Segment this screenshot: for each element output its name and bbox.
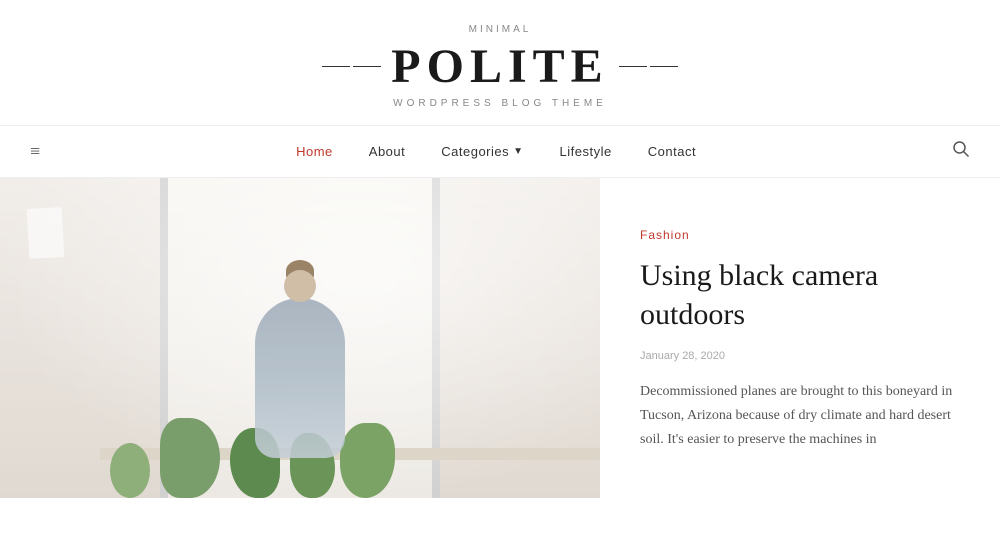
hamburger-menu-icon[interactable]: ≡: [30, 141, 40, 162]
chevron-down-icon: ▼: [513, 146, 523, 157]
nav-item-home[interactable]: Home: [296, 143, 333, 161]
main-content: Fashion Using black camera outdoors Janu…: [0, 178, 1000, 498]
nav-links: Home About Categories ▼ Lifestyle Contac…: [296, 143, 696, 161]
site-header: MINIMAL POLITE WORDPRESS BLOG THEME: [0, 0, 1000, 126]
article-title[interactable]: Using black camera outdoors: [640, 256, 960, 334]
figure-head: [284, 270, 316, 302]
nav-item-categories[interactable]: Categories ▼: [441, 144, 523, 159]
wall-note-decoration: [27, 207, 65, 259]
featured-image: [0, 178, 600, 498]
plant-5: [110, 443, 150, 498]
article-excerpt: Decommissioned planes are brought to thi…: [640, 380, 960, 451]
featured-image-wrap[interactable]: [0, 178, 600, 498]
site-tagline: MINIMAL: [0, 24, 1000, 35]
nav-item-contact[interactable]: Contact: [648, 143, 696, 161]
nav-link-lifestyle[interactable]: Lifestyle: [560, 144, 612, 159]
article-info-panel: Fashion Using black camera outdoors Janu…: [600, 178, 1000, 498]
nav-link-categories[interactable]: Categories ▼: [441, 144, 523, 159]
figure-silhouette: [255, 298, 345, 458]
logo-decoration-left: [322, 66, 381, 68]
nav-link-about[interactable]: About: [369, 144, 405, 159]
article-date: January 28, 2020: [640, 350, 960, 362]
article-category[interactable]: Fashion: [640, 228, 960, 242]
logo-decoration-right: [619, 66, 678, 68]
nav-link-contact[interactable]: Contact: [648, 144, 696, 159]
nav-item-about[interactable]: About: [369, 143, 405, 161]
nav-item-lifestyle[interactable]: Lifestyle: [560, 143, 612, 161]
logo-row: POLITE: [0, 39, 1000, 94]
search-icon[interactable]: [952, 140, 970, 163]
main-nav: ≡ Home About Categories ▼ Lifestyle Cont…: [0, 126, 1000, 178]
nav-link-home[interactable]: Home: [296, 144, 333, 159]
plant-1: [160, 418, 220, 498]
site-subtitle: WORDPRESS BLOG THEME: [0, 98, 1000, 109]
site-title: POLITE: [391, 39, 608, 94]
